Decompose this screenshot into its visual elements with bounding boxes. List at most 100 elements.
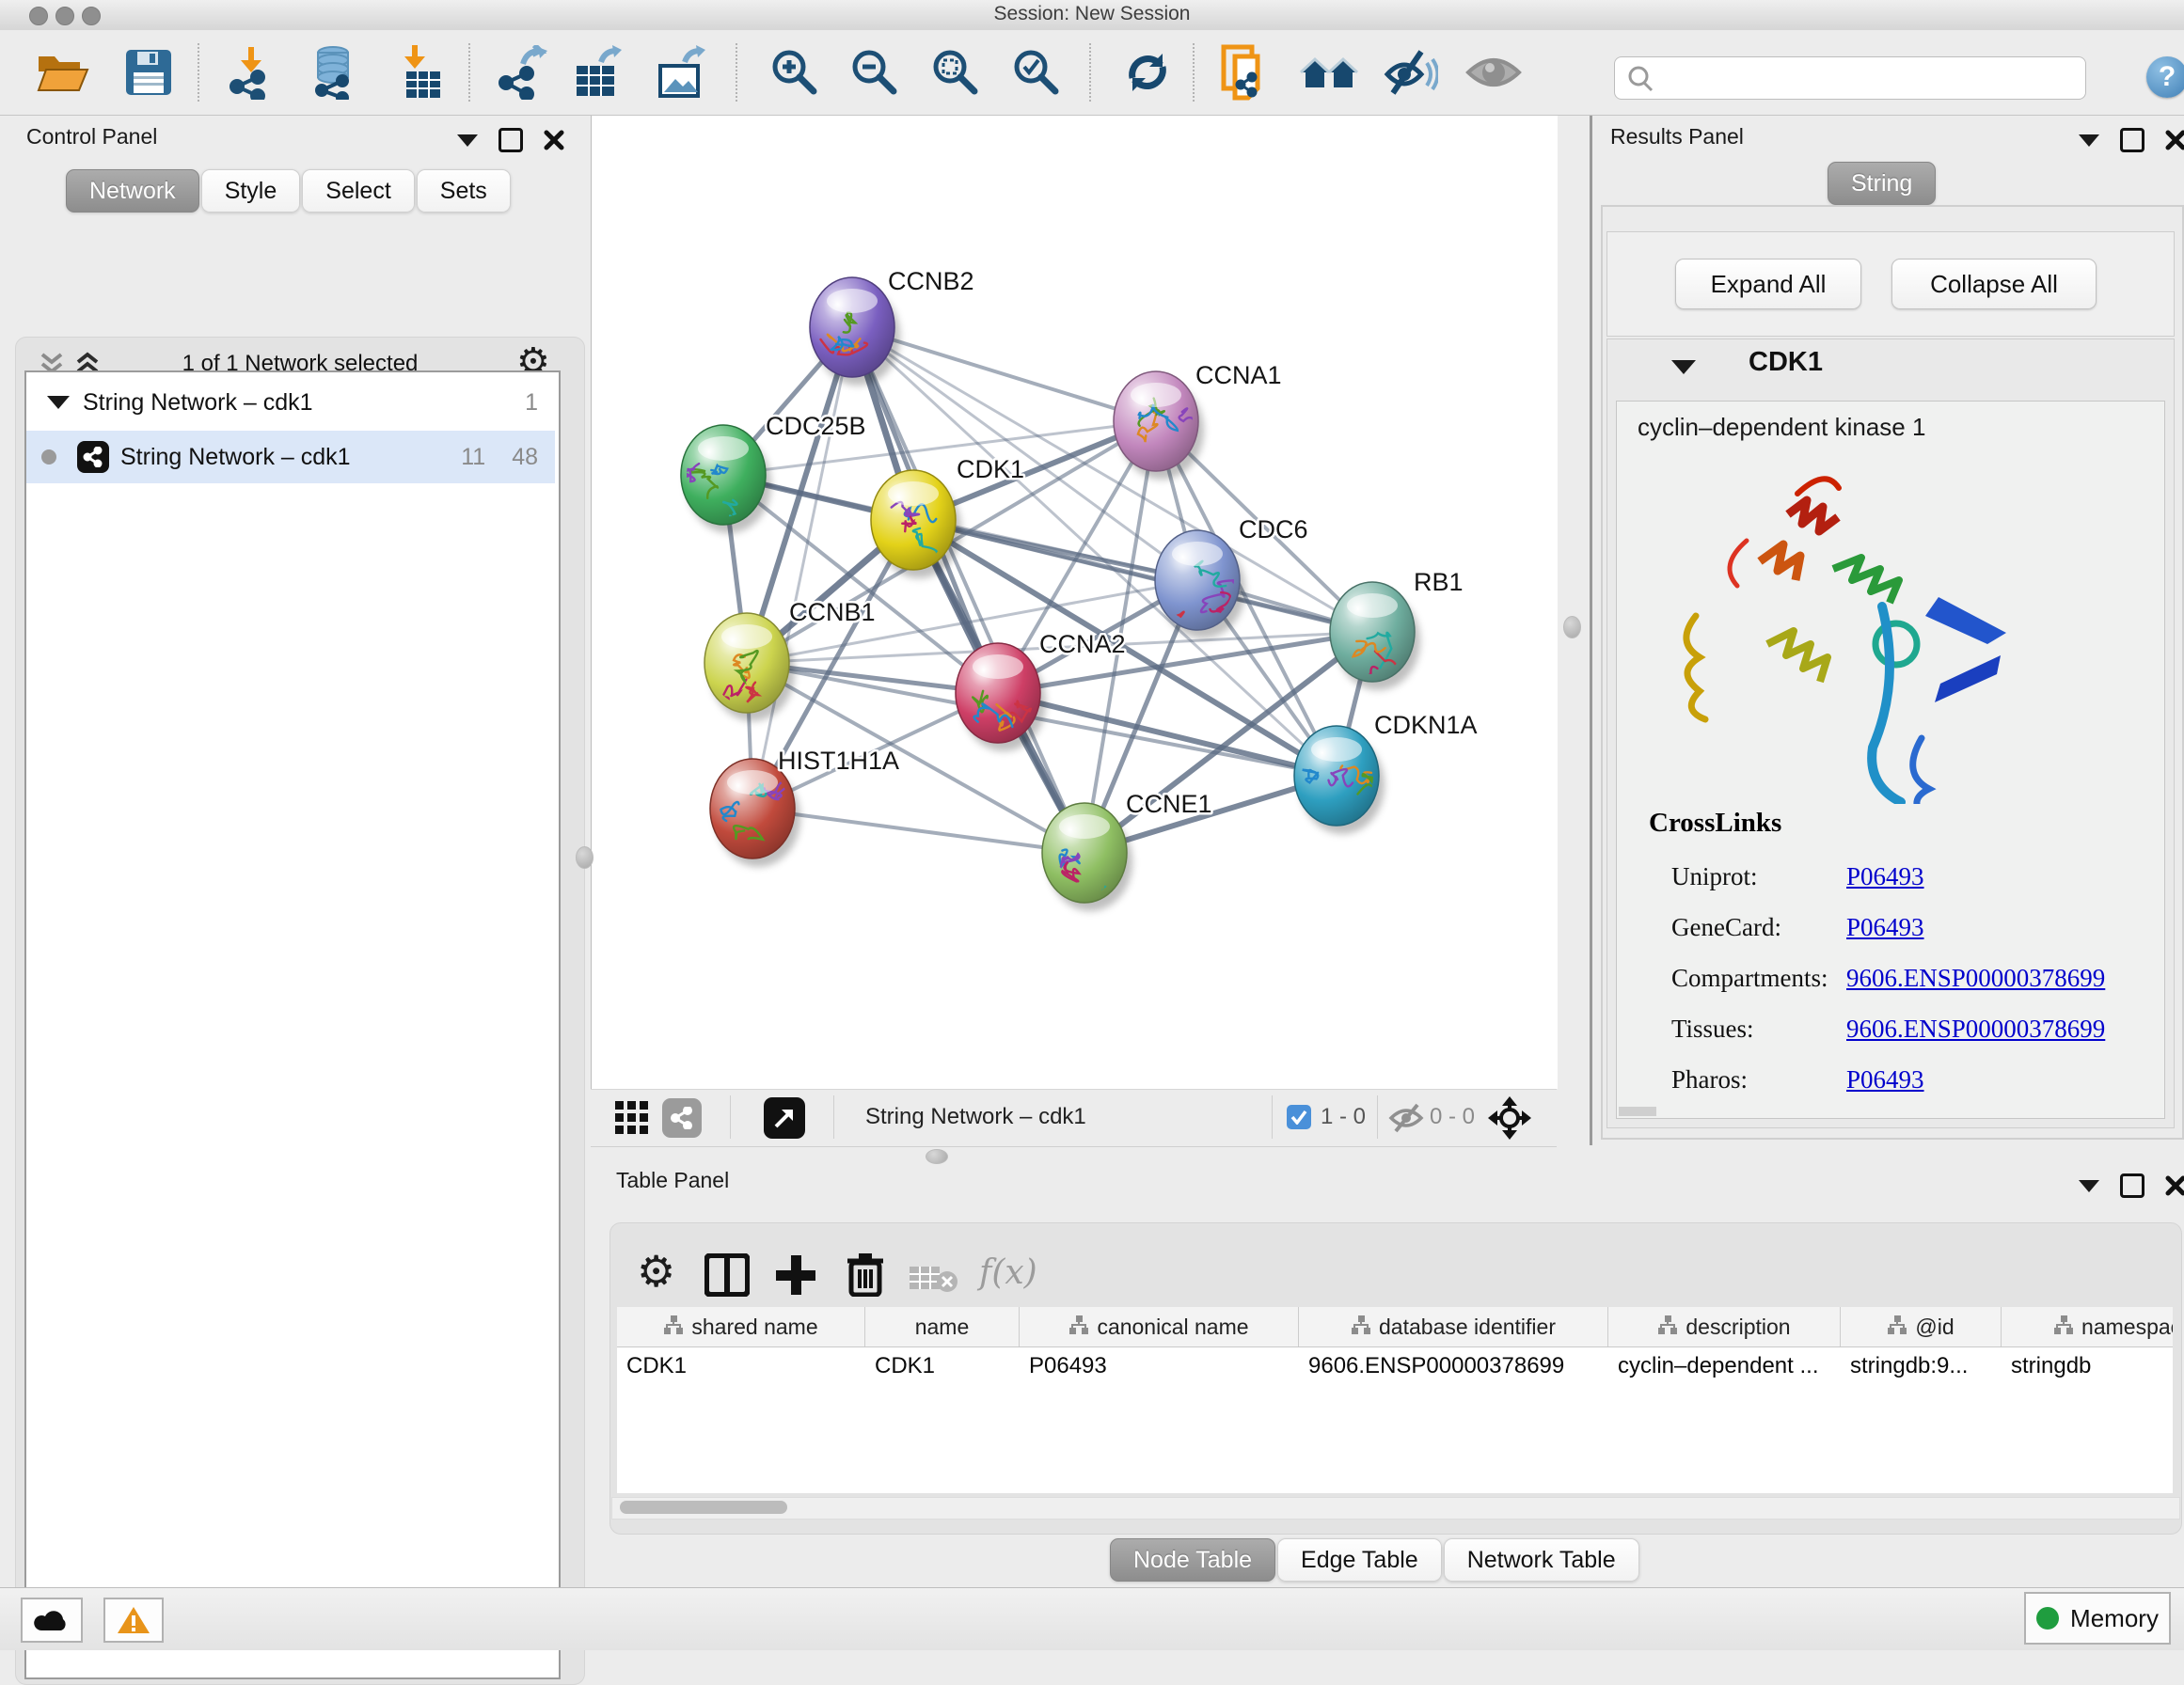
node-label-CCNB2: CCNB2 [888, 267, 974, 295]
network-overview-share-icon[interactable] [662, 1098, 702, 1138]
cloud-button[interactable] [21, 1598, 83, 1643]
protein-description: cyclin–dependent kinase 1 [1638, 413, 1925, 442]
export-table-icon[interactable] [564, 41, 626, 103]
results-panel-float-icon[interactable] [2120, 128, 2144, 152]
right-splitter-grip[interactable] [1563, 616, 1581, 638]
tab-network-table[interactable]: Network Table [1444, 1538, 1639, 1582]
current-network-dot-icon [41, 449, 56, 465]
column-header-shared-name[interactable]: shared name [617, 1307, 865, 1346]
results-panel-close-icon[interactable] [2165, 130, 2184, 150]
crosslink-label: Tissues: [1671, 1015, 1846, 1044]
table-cell[interactable]: P06493 [1020, 1347, 1299, 1385]
expand-all-button[interactable]: Expand All [1675, 259, 1861, 309]
table-panel-float-icon[interactable] [2120, 1173, 2144, 1198]
open-session-icon[interactable] [31, 41, 93, 103]
control-panel: Control Panel NetworkStyleSelectSets 1 o… [0, 115, 585, 1587]
detach-view-icon[interactable] [764, 1097, 805, 1139]
node-label-CDKN1A: CDKN1A [1374, 711, 1478, 739]
tab-string[interactable]: String [1828, 162, 1936, 205]
export-network-icon[interactable] [490, 41, 552, 103]
column-header-@id[interactable]: @id [1841, 1307, 2002, 1346]
table-cell[interactable]: cyclin–dependent ... [1608, 1347, 1841, 1385]
control-panel-float-icon[interactable] [499, 128, 523, 152]
home-panel-icon[interactable] [1298, 41, 1360, 103]
crosslink-link[interactable]: 9606.ENSP00000378699 [1846, 964, 2105, 993]
birds-eye-grid-icon[interactable] [615, 1101, 651, 1137]
import-network-file-icon[interactable] [221, 41, 283, 103]
zoom-out-icon[interactable] [844, 41, 906, 103]
column-header-description[interactable]: description [1608, 1307, 1841, 1346]
control-panel-close-icon[interactable] [544, 130, 564, 150]
table-settings-gear-icon[interactable]: ⚙ [637, 1250, 675, 1293]
fit-selected-crosshair-icon[interactable] [1486, 1094, 1533, 1142]
zoom-in-icon[interactable] [764, 41, 826, 103]
bottom-splitter-grip[interactable] [926, 1149, 948, 1164]
crosslink-link[interactable]: P06493 [1846, 862, 1924, 891]
network-row-selected[interactable]: String Network – cdk1 11 48 [26, 431, 555, 483]
tree-expander-icon[interactable] [47, 396, 70, 409]
table-horizontal-scrollbar[interactable] [611, 1497, 2180, 1520]
show-all-eye-icon[interactable] [1463, 41, 1525, 103]
table-cell[interactable]: CDK1 [617, 1347, 865, 1385]
crosslink-label: Uniprot: [1671, 862, 1846, 891]
control-panel-collapse-icon[interactable] [457, 134, 478, 147]
network-canvas[interactable]: CCNB2CCNA1CDC25BCDK1CDC6RB1CCNB1CCNA2CDK… [591, 116, 1558, 1089]
results-hscroll-stub[interactable] [1619, 1107, 1656, 1116]
help-button[interactable]: ? [2146, 56, 2184, 98]
main-toolbar: ? [0, 30, 2184, 116]
protein-section-expander-icon[interactable] [1671, 360, 1696, 374]
tab-node-table[interactable]: Node Table [1110, 1538, 1275, 1582]
zoom-selected-icon[interactable] [1005, 41, 1068, 103]
table-scrollbar-thumb[interactable] [620, 1501, 787, 1514]
zoom-fit-icon[interactable] [925, 41, 987, 103]
table-cell[interactable]: stringdb [2002, 1347, 2173, 1385]
table-panel-close-icon[interactable] [2165, 1175, 2184, 1196]
control-panel-title: Control Panel [26, 124, 157, 150]
column-header-namespace[interactable]: namespace [2002, 1307, 2173, 1346]
refresh-icon[interactable] [1116, 41, 1179, 103]
tab-select[interactable]: Select [302, 169, 414, 213]
function-builder-icon: f(x) [979, 1253, 1037, 1292]
memory-button[interactable]: Memory [2024, 1592, 2171, 1645]
network-collection-row[interactable]: String Network – cdk1 1 [26, 376, 555, 429]
table-cell[interactable]: CDK1 [865, 1347, 1020, 1385]
tab-edge-table[interactable]: Edge Table [1277, 1538, 1442, 1582]
collection-count: 1 [525, 389, 538, 417]
delete-column-trash-icon[interactable] [846, 1252, 885, 1297]
network-type-icon [77, 441, 109, 473]
table-cell[interactable]: 9606.ENSP00000378699 [1299, 1347, 1608, 1385]
column-header-canonical-name[interactable]: canonical name [1020, 1307, 1299, 1346]
clone-network-icon[interactable] [1216, 41, 1278, 103]
tab-network[interactable]: Network [66, 169, 199, 213]
search-input[interactable] [1662, 59, 2085, 97]
left-splitter-grip[interactable] [576, 846, 593, 869]
tab-sets[interactable]: Sets [417, 169, 511, 213]
create-column-plus-icon[interactable] [776, 1255, 815, 1295]
export-image-icon[interactable] [648, 41, 710, 103]
table-panel-collapse-icon[interactable] [2079, 1180, 2099, 1192]
crosslink-row: Tissues:9606.ENSP00000378699 [1671, 1003, 2151, 1054]
search-box[interactable] [1614, 56, 2086, 100]
save-session-icon[interactable] [118, 41, 180, 103]
show-column-icon[interactable] [704, 1253, 750, 1297]
column-header-database-identifier[interactable]: database identifier [1299, 1307, 1608, 1346]
table-row[interactable]: CDK1CDK1P064939606.ENSP00000378699cyclin… [617, 1347, 2173, 1385]
table-cell[interactable]: stringdb:9... [1841, 1347, 2002, 1385]
crosslink-link[interactable]: P06493 [1846, 913, 1924, 942]
column-header-name[interactable]: name [865, 1307, 1020, 1346]
column-label: description [1685, 1315, 1790, 1340]
import-network-database-icon[interactable] [304, 41, 366, 103]
results-splitter[interactable] [1590, 116, 1592, 1145]
crosslink-link[interactable]: P06493 [1846, 1065, 1924, 1094]
collapse-all-button[interactable]: Collapse All [1891, 259, 2097, 309]
import-table-file-icon[interactable] [388, 41, 451, 103]
tab-style[interactable]: Style [201, 169, 301, 213]
column-label: @id [1915, 1315, 1954, 1340]
results-panel-collapse-icon[interactable] [2079, 134, 2099, 147]
selected-checkbox-icon[interactable] [1287, 1105, 1311, 1129]
crosslink-link[interactable]: 9606.ENSP00000378699 [1846, 1015, 2105, 1044]
edge-ccne1-hist1h1a[interactable] [752, 809, 1084, 853]
warnings-button[interactable] [103, 1598, 164, 1643]
hide-selected-eye-icon[interactable] [1380, 41, 1442, 103]
edge-ccnb2-hist1h1a[interactable] [752, 327, 852, 809]
